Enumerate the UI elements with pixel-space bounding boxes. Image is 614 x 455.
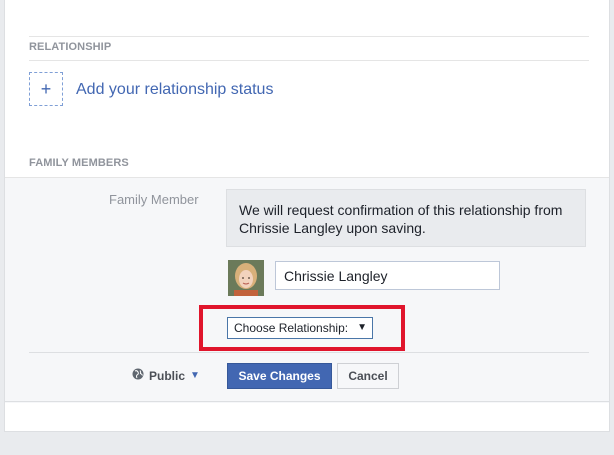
save-changes-button[interactable]: Save Changes	[227, 363, 332, 389]
relationship-heading: RELATIONSHIP	[29, 41, 112, 53]
relationship-select-value: Choose Relationship:	[234, 321, 349, 335]
add-relationship-icon[interactable]: +	[29, 72, 63, 106]
confirmation-notice: We will request confirmation of this rel…	[226, 189, 586, 247]
chevron-down-icon: ▼	[190, 370, 200, 381]
family-members-heading: FAMILY MEMBERS	[29, 157, 129, 169]
dropdown-arrow-icon: ▼	[357, 322, 367, 333]
family-member-label: Family Member	[109, 192, 199, 207]
family-member-name-input[interactable]: Chrissie Langley	[275, 261, 500, 290]
form-divider	[29, 352, 589, 353]
about-edit-card: RELATIONSHIP + Add your relationship sta…	[4, 0, 610, 432]
bottom-divider	[5, 401, 609, 402]
cancel-button[interactable]: Cancel	[337, 363, 399, 389]
relationship-divider	[29, 60, 589, 61]
relationship-select[interactable]: Choose Relationship: ▼	[227, 317, 373, 339]
add-relationship-link[interactable]: Add your relationship status	[76, 81, 273, 99]
privacy-selector[interactable]: Public ▼	[132, 368, 200, 383]
globe-icon	[132, 368, 144, 383]
avatar	[228, 260, 264, 296]
privacy-label: Public	[149, 368, 186, 383]
top-divider	[29, 36, 589, 37]
